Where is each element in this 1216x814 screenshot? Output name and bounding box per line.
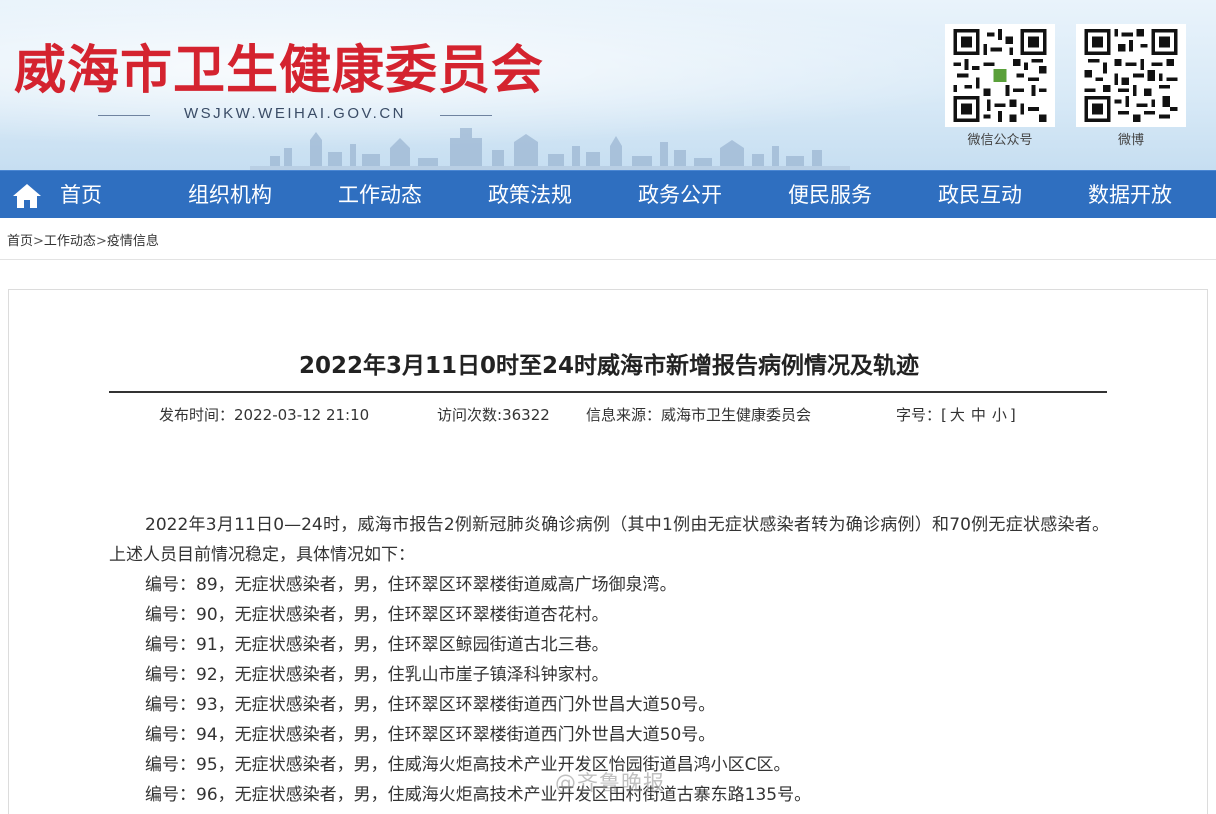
site-header: 威海市卫生健康委员会 WSJKW.WEIHAI.GOV.CN 微信公众号 微博 xyxy=(0,0,1216,170)
publish-time: 发布时间：2022-03-12 21:10 xyxy=(159,404,369,425)
home-icon xyxy=(13,184,41,208)
nav-item-organization[interactable]: 组织机构 xyxy=(188,171,272,219)
city-skyline-illustration xyxy=(250,128,850,170)
main-nav: 首页 组织机构 工作动态 政策法规 政务公开 便民服务 政民互动 数据开放 xyxy=(0,170,1216,218)
case-item: 编号：89，无症状感染者，男，住环翠区环翠楼街道威高广场御泉湾。 xyxy=(145,575,677,595)
breadcrumb-divider xyxy=(0,259,1216,260)
breadcrumb-work-news[interactable]: 工作动态 xyxy=(44,234,96,249)
nav-item-government-affairs[interactable]: 政务公开 xyxy=(638,171,722,219)
case-item: 编号：92，无症状感染者，男，住乳山市崖子镇泽科钟家村。 xyxy=(145,665,609,685)
info-source-value: 威海市卫生健康委员会 xyxy=(661,406,812,424)
title-divider xyxy=(109,391,1107,393)
wechat-qr-code[interactable] xyxy=(945,24,1055,127)
info-source-label: 信息来源： xyxy=(586,406,662,424)
case-item: 编号：90，无症状感染者，男，住环翠区环翠楼街道杏花村。 xyxy=(145,605,609,625)
nav-item-interaction[interactable]: 政民互动 xyxy=(938,171,1022,219)
breadcrumb-separator: > xyxy=(95,234,107,249)
url-divider-right xyxy=(440,115,492,116)
case-item: 编号：93，无症状感染者，男，住环翠区环翠楼街道西门外世昌大道50号。 xyxy=(145,695,716,715)
case-item: 编号：94，无症状感染者，男，住环翠区环翠楼街道西门外世昌大道50号。 xyxy=(145,725,716,745)
font-size-large-button[interactable]: 大 xyxy=(950,406,965,424)
nav-item-home[interactable]: 首页 xyxy=(60,171,102,219)
wechat-qr-label: 微信公众号 xyxy=(967,133,1033,148)
weibo-qr-label: 微博 xyxy=(1117,133,1144,148)
case-item: 编号：91，无症状感染者，男，住环翠区鲸园街道古北三巷。 xyxy=(145,635,609,655)
breadcrumb-epidemic-info[interactable]: 疫情信息 xyxy=(107,234,159,249)
font-bracket-close: ] xyxy=(1009,406,1016,424)
article-panel: 2022年3月11日0时至24时威海市新增报告病例情况及轨迹 发布时间：2022… xyxy=(8,289,1208,814)
article-intro: 2022年3月11日0—24时，威海市报告2例新冠肺炎确诊病例（其中1例由无症状… xyxy=(109,515,1109,565)
font-size-control: 字号：[大中小] xyxy=(896,404,1016,425)
visit-count: 访问次数:36322 xyxy=(437,404,550,425)
visit-count-value: 36322 xyxy=(502,406,550,424)
publish-time-label: 发布时间： xyxy=(159,406,235,424)
qr-code-icon xyxy=(1084,29,1178,122)
breadcrumb: 首页>工作动态>疫情信息 xyxy=(7,230,159,250)
font-size-medium-button[interactable]: 中 xyxy=(971,406,986,424)
font-size-small-button[interactable]: 小 xyxy=(992,406,1007,424)
nav-item-open-data[interactable]: 数据开放 xyxy=(1088,171,1172,219)
font-bracket-open: [ xyxy=(941,406,947,424)
article-title: 2022年3月11日0时至24时威海市新增报告病例情况及轨迹 xyxy=(298,353,920,379)
nav-item-work-news[interactable]: 工作动态 xyxy=(338,171,422,219)
site-url: WSJKW.WEIHAI.GOV.CN xyxy=(184,105,406,122)
watermark: @齐鲁晚报 xyxy=(555,771,665,795)
info-source: 信息来源：威海市卫生健康委员会 xyxy=(586,404,811,425)
article-body: 2022年3月11日0—24时，威海市报告2例新冠肺炎确诊病例（其中1例由无症状… xyxy=(109,510,1109,810)
visit-count-label: 访问次数: xyxy=(437,406,503,424)
breadcrumb-separator: > xyxy=(33,234,44,249)
breadcrumb-home[interactable]: 首页 xyxy=(7,234,33,249)
url-divider-left xyxy=(98,115,150,116)
qr-code-icon xyxy=(953,29,1047,122)
publish-time-value: 2022-03-12 21:10 xyxy=(234,406,370,424)
font-size-label: 字号： xyxy=(896,406,942,424)
nav-item-public-services[interactable]: 便民服务 xyxy=(788,171,872,219)
nav-item-policies[interactable]: 政策法规 xyxy=(488,171,572,219)
site-title: 威海市卫生健康委员会 xyxy=(14,41,545,101)
weibo-qr-code[interactable] xyxy=(1076,24,1186,127)
